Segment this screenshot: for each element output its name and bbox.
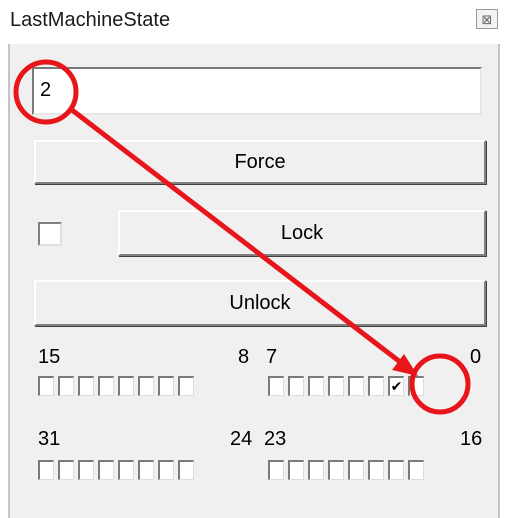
bit-checkbox[interactable] xyxy=(408,376,424,396)
bit-checkbox[interactable] xyxy=(308,460,324,480)
bit-checkbox[interactable] xyxy=(98,460,114,480)
bit-checkbox[interactable] xyxy=(58,460,74,480)
unlock-button[interactable]: Unlock xyxy=(34,280,486,326)
force-button[interactable]: Force xyxy=(34,140,486,184)
bit-label-8: 8 xyxy=(238,346,250,368)
bit-checkbox[interactable] xyxy=(78,460,94,480)
close-button[interactable]: ⊠ xyxy=(476,9,498,29)
bit-checkbox[interactable] xyxy=(38,460,54,480)
bit-checkbox[interactable] xyxy=(138,376,154,396)
bitrow-15-8 xyxy=(38,376,198,396)
lock-button[interactable]: Lock xyxy=(118,210,486,256)
bit-checkbox[interactable] xyxy=(268,460,284,480)
bit-checkbox[interactable] xyxy=(178,376,194,396)
window-title: LastMachineState xyxy=(10,9,171,31)
bit-checkbox[interactable] xyxy=(268,376,284,396)
value-input[interactable]: 2 xyxy=(32,67,482,115)
bit-checkbox[interactable] xyxy=(328,376,344,396)
bit-label-7: 7 xyxy=(266,346,278,368)
bit-checkbox[interactable] xyxy=(138,460,154,480)
bit-checkbox[interactable] xyxy=(328,460,344,480)
bit-label-23: 23 xyxy=(264,428,287,450)
bit-checkbox[interactable] xyxy=(158,376,174,396)
bit-checkbox[interactable] xyxy=(78,376,94,396)
bit-checkbox[interactable] xyxy=(158,460,174,480)
bitrow-31-24 xyxy=(38,460,198,480)
bit-checkbox[interactable] xyxy=(348,460,364,480)
bit-checkbox[interactable] xyxy=(408,460,424,480)
close-icon: ⊠ xyxy=(481,12,493,27)
bit-checkbox[interactable] xyxy=(38,376,54,396)
bit-checkbox[interactable] xyxy=(178,460,194,480)
bitrow-23-16 xyxy=(268,460,428,480)
bit-checkbox[interactable] xyxy=(288,376,304,396)
bit-checkbox[interactable] xyxy=(368,460,384,480)
bit-checkbox[interactable] xyxy=(368,376,384,396)
bit-checkbox[interactable] xyxy=(388,460,404,480)
bit-checkbox[interactable] xyxy=(118,376,134,396)
bit-label-16: 16 xyxy=(460,428,483,450)
bit-label-24: 24 xyxy=(230,428,253,450)
bit-checkbox[interactable] xyxy=(58,376,74,396)
lock-checkbox[interactable] xyxy=(38,222,62,246)
bitrow-7-0 xyxy=(268,376,428,396)
bit-checkbox[interactable] xyxy=(388,376,404,396)
bit-checkbox[interactable] xyxy=(308,376,324,396)
bit-checkbox[interactable] xyxy=(348,376,364,396)
bit-label-0: 0 xyxy=(470,346,482,368)
bit-label-15: 15 xyxy=(38,346,61,368)
title-bar: LastMachineState ⊠ xyxy=(0,0,508,44)
bit-checkbox[interactable] xyxy=(288,460,304,480)
bit-checkbox[interactable] xyxy=(98,376,114,396)
bit-label-31: 31 xyxy=(38,428,61,450)
bit-checkbox[interactable] xyxy=(118,460,134,480)
